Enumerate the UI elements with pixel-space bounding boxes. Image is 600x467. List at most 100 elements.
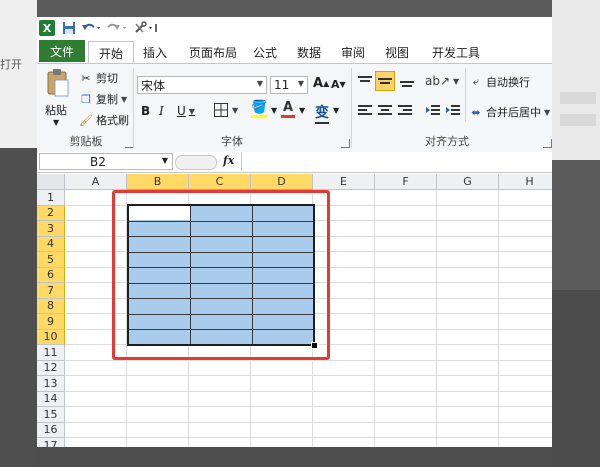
tools-icon[interactable] (133, 20, 159, 36)
row-header-5[interactable]: 5 (37, 252, 65, 268)
clipboard-group-label: 剪贴板 (69, 135, 103, 148)
row-header-11[interactable]: 11 (37, 345, 65, 361)
row-header-14[interactable]: 14 (37, 391, 65, 407)
wrap-text-label: 自动换行 (486, 76, 530, 89)
column-header-h[interactable]: H (499, 174, 552, 190)
save-icon[interactable] (61, 20, 77, 36)
tab-data[interactable]: 数据 (293, 41, 325, 63)
row-header-13[interactable]: 13 (37, 376, 65, 392)
paste-label: 粘贴 (45, 104, 67, 117)
insert-function-button[interactable]: fx (223, 154, 234, 167)
row-header-12[interactable]: 12 (37, 360, 65, 376)
background-right-shadow (552, 290, 600, 467)
column-header-e[interactable]: E (313, 174, 375, 190)
align-bottom-button[interactable] (399, 74, 415, 88)
row-header-8[interactable]: 8 (37, 298, 65, 314)
bold-button[interactable]: B (141, 104, 150, 118)
tab-file[interactable]: 文件 (39, 40, 85, 62)
font-color-button[interactable]: A (281, 100, 295, 118)
copy-button[interactable]: ❐ 复制 ▼ (79, 91, 127, 107)
grid-column-line (436, 190, 437, 447)
chevron-down-icon[interactable]: ▼ (299, 106, 305, 115)
chevron-down-icon: ▼ (544, 107, 551, 117)
tab-formulas[interactable]: 公式 (249, 41, 281, 63)
column-header-a[interactable]: A (65, 174, 127, 190)
clipboard-paste-icon[interactable] (43, 68, 73, 98)
copy-label: 复制 (96, 93, 118, 106)
tab-developer[interactable]: 开发工具 (427, 41, 485, 63)
align-top-button[interactable] (357, 74, 373, 88)
font-size-value: 11 (274, 78, 290, 92)
orientation-button[interactable]: ab↗ ▼ (425, 74, 459, 88)
paste-button[interactable]: 粘贴 (45, 102, 67, 118)
row-header-17[interactable]: 17 (37, 438, 65, 447)
font-launcher-icon[interactable] (341, 139, 350, 148)
row-header-10[interactable]: 10 (37, 329, 65, 345)
fill-color-button[interactable]: 🪣 (251, 100, 267, 118)
chevron-down-icon[interactable]: ▼ (333, 106, 339, 115)
column-header-g[interactable]: G (437, 174, 499, 190)
formula-input[interactable] (241, 152, 552, 171)
formula-bar-splitter[interactable] (175, 155, 217, 170)
grow-font-glyph: A (313, 76, 324, 91)
wrap-text-icon: ⤶ (472, 75, 480, 88)
align-center-button[interactable] (377, 104, 393, 118)
background-right-ghost (560, 114, 596, 126)
paint-bucket-icon: 🪣 (251, 100, 268, 115)
align-left-button[interactable] (357, 104, 373, 118)
phonetic-button[interactable]: 变 (315, 102, 329, 124)
row-header-16[interactable]: 16 (37, 422, 65, 438)
merge-center-button[interactable]: ⬌ 合并后居中 ▼ (469, 104, 550, 120)
group-separator (351, 68, 352, 148)
row-header-4[interactable]: 4 (37, 236, 65, 252)
excel-logo-icon[interactable]: X (39, 20, 55, 36)
tab-review[interactable]: 审阅 (337, 41, 369, 63)
paste-dropdown-icon[interactable]: ▼ (53, 118, 59, 127)
borders-button[interactable]: ▼ (213, 102, 238, 118)
cut-button[interactable]: ✂ 剪切 (79, 70, 118, 86)
tab-home[interactable]: 开始 (88, 41, 134, 64)
font-name-combo[interactable]: 宋体 ▼ (137, 76, 267, 94)
italic-button[interactable]: I (159, 104, 164, 118)
tab-page-layout[interactable]: 页面布局 (185, 41, 241, 63)
shrink-font-button[interactable]: A ▼ (331, 78, 346, 91)
font-size-combo[interactable]: 11 ▼ (270, 76, 308, 94)
align-right-button[interactable] (397, 104, 413, 118)
row-header-9[interactable]: 9 (37, 314, 65, 330)
column-header-b[interactable]: B (127, 174, 189, 190)
group-separator (133, 68, 134, 148)
merge-icon: ⬌ (471, 105, 481, 119)
name-box[interactable]: B2 ▼ (39, 153, 173, 170)
align-bottom-icon (400, 81, 414, 87)
background-partial-text: 打开 (0, 58, 22, 71)
tab-view[interactable]: 视图 (381, 41, 413, 63)
select-all-corner[interactable] (37, 174, 65, 190)
wrap-text-button[interactable]: ⤶ 自动换行 (469, 74, 530, 90)
row-header-2[interactable]: 2 (37, 205, 65, 221)
alignment-launcher-icon[interactable] (543, 139, 552, 148)
decrease-indent-button[interactable] (425, 104, 441, 118)
underline-button[interactable]: U ▼ (177, 104, 195, 118)
chevron-down-icon: ▼ (161, 156, 168, 165)
row-header-6[interactable]: 6 (37, 267, 65, 283)
column-header-d[interactable]: D (251, 174, 313, 190)
column-header-f[interactable]: F (375, 174, 437, 190)
row-header-7[interactable]: 7 (37, 283, 65, 299)
row-header-3[interactable]: 3 (37, 221, 65, 237)
chevron-down-icon[interactable]: ▼ (271, 106, 277, 115)
worksheet-grid[interactable]: ABCDEFGH 1 2 3 4 5 6 7 8 9 10 11 12 13 14 15 16 17 (37, 174, 552, 447)
increase-indent-button[interactable] (445, 104, 461, 118)
row-header-15[interactable]: 15 (37, 407, 65, 423)
row-header-1[interactable]: 1 (37, 190, 65, 206)
formula-bar: B2 ▼ fx (37, 152, 552, 173)
grow-font-button[interactable]: A ▲ (313, 76, 329, 91)
background-right-ghost (560, 92, 596, 104)
align-middle-button[interactable] (375, 71, 395, 91)
align-left-icon (358, 105, 372, 115)
format-painter-button[interactable]: 🖌 格式刷 (79, 112, 129, 128)
tab-insert[interactable]: 插入 (137, 41, 173, 63)
column-header-c[interactable]: C (189, 174, 251, 190)
align-middle-icon (378, 78, 392, 84)
undo-icon[interactable] (81, 20, 103, 36)
redo-icon[interactable] (107, 20, 129, 36)
